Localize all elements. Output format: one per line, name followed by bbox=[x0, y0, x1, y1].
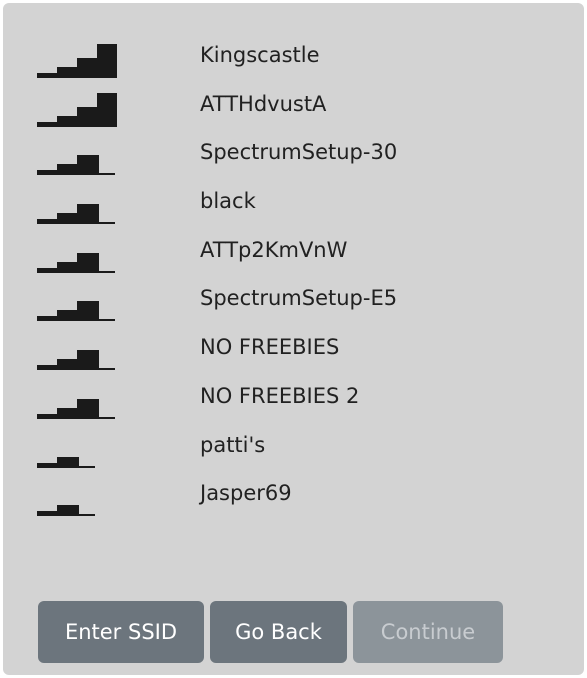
network-ssid: patti's bbox=[200, 432, 266, 457]
wifi-signal-3-icon bbox=[37, 398, 115, 419]
signal-baseline bbox=[97, 368, 115, 371]
signal-bar bbox=[37, 413, 59, 419]
network-list: Kingscastle ATTHdvustA SpectrumSetup-30 … bbox=[3, 35, 584, 522]
wifi-signal-3-icon bbox=[37, 301, 115, 322]
wifi-network-panel: Kingscastle ATTHdvustA SpectrumSetup-30 … bbox=[3, 3, 584, 675]
wifi-signal-2-icon bbox=[37, 505, 95, 517]
signal-bar bbox=[77, 155, 99, 176]
wifi-signal-3-icon bbox=[37, 204, 115, 225]
signal-bar bbox=[77, 301, 99, 322]
network-item[interactable]: black bbox=[3, 181, 584, 230]
network-ssid: Kingscastle bbox=[200, 43, 320, 67]
wifi-signal-3-icon bbox=[37, 350, 115, 371]
network-item[interactable]: ATTp2KmVnW bbox=[3, 230, 584, 279]
signal-bar bbox=[97, 44, 117, 78]
network-ssid: NO FREEBIES bbox=[200, 335, 340, 360]
network-item[interactable]: ATTHdvustA bbox=[3, 84, 584, 133]
signal-bar bbox=[77, 350, 99, 371]
signal-bar bbox=[37, 511, 59, 517]
signal-baseline bbox=[97, 319, 115, 322]
network-ssid: SpectrumSetup-30 bbox=[200, 140, 398, 165]
signal-baseline bbox=[97, 173, 115, 176]
signal-bar bbox=[37, 73, 59, 78]
signal-bar bbox=[37, 219, 59, 225]
signal-bar bbox=[57, 213, 79, 225]
network-item[interactable]: Jasper69 bbox=[3, 473, 584, 522]
signal-bar bbox=[77, 204, 99, 225]
network-ssid: ATTHdvustA bbox=[200, 91, 327, 116]
network-item[interactable]: NO FREEBIES 2 bbox=[3, 376, 584, 425]
signal-bar bbox=[57, 261, 79, 273]
go-back-button[interactable]: Go Back bbox=[210, 601, 347, 663]
network-item[interactable]: Kingscastle bbox=[3, 35, 584, 84]
network-ssid: SpectrumSetup-E5 bbox=[200, 286, 398, 311]
network-item[interactable]: NO FREEBIES bbox=[3, 327, 584, 376]
network-item[interactable]: SpectrumSetup-E5 bbox=[3, 278, 584, 327]
signal-baseline bbox=[77, 465, 95, 468]
signal-bar bbox=[57, 456, 79, 468]
wifi-signal-3-icon bbox=[37, 252, 115, 273]
network-item[interactable]: patti's bbox=[3, 425, 584, 474]
signal-bar bbox=[37, 462, 59, 468]
signal-bar bbox=[57, 164, 79, 176]
signal-bar bbox=[77, 106, 99, 127]
button-bar: Enter SSID Go Back Continue bbox=[38, 601, 503, 663]
network-ssid: black bbox=[200, 189, 256, 214]
enter-ssid-button[interactable]: Enter SSID bbox=[38, 601, 204, 663]
signal-bar bbox=[57, 310, 79, 322]
signal-bar bbox=[37, 121, 59, 127]
network-ssid: ATTp2KmVnW bbox=[200, 237, 348, 262]
signal-bar bbox=[77, 58, 99, 78]
signal-bar bbox=[57, 359, 79, 371]
signal-bar bbox=[37, 316, 59, 322]
wifi-signal-4-icon bbox=[37, 44, 117, 78]
network-ssid: NO FREEBIES 2 bbox=[200, 383, 360, 408]
wifi-signal-2-icon bbox=[37, 456, 95, 468]
signal-bar bbox=[57, 505, 79, 517]
network-item[interactable]: SpectrumSetup-30 bbox=[3, 132, 584, 181]
signal-bar bbox=[37, 267, 59, 273]
network-ssid: Jasper69 bbox=[200, 481, 292, 506]
wifi-signal-3-icon bbox=[37, 155, 115, 176]
signal-baseline bbox=[97, 270, 115, 273]
signal-bar bbox=[57, 115, 79, 127]
signal-bar bbox=[77, 398, 99, 419]
wifi-signal-4-icon bbox=[37, 92, 117, 127]
signal-bar bbox=[37, 365, 59, 371]
signal-bar bbox=[57, 407, 79, 419]
signal-bar bbox=[37, 170, 59, 176]
signal-bar bbox=[77, 252, 99, 273]
signal-baseline bbox=[97, 416, 115, 419]
signal-baseline bbox=[97, 222, 115, 225]
continue-button[interactable]: Continue bbox=[353, 601, 503, 663]
signal-baseline bbox=[77, 514, 95, 517]
signal-bar bbox=[97, 92, 117, 127]
signal-bar bbox=[57, 67, 79, 78]
